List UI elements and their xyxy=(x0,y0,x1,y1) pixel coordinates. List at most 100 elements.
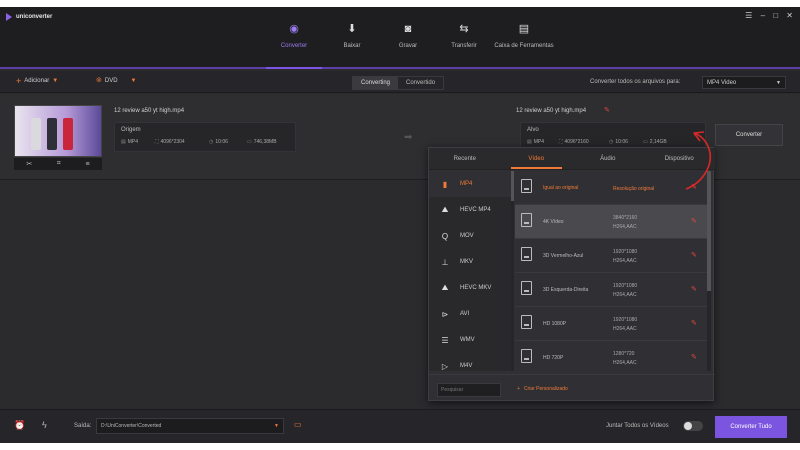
resolution-item[interactable]: 3D Vermelho-Azul 1920*1080 H264,AAC ✎ xyxy=(515,239,707,273)
format-popup: Recente Vídeo Áudio Dispositivo ▮ MP4 ⛰ HE… xyxy=(428,147,716,402)
resolution-item[interactable]: 3D Esquerda-Direita 1920*1080 H264,AAC ✎ xyxy=(515,273,707,307)
format-item-mp4[interactable]: ▮ MP4 xyxy=(429,171,511,197)
nav-converter[interactable]: ◉ Converter xyxy=(264,23,324,69)
transfer-icon: ⇆ xyxy=(459,23,469,35)
nav-label: Gravar xyxy=(398,43,418,49)
burn-icon: ◙ xyxy=(404,23,412,35)
m4v-icon: ▷ xyxy=(441,361,449,371)
toolbar: + Adicionar ▼ ⊚ DVD ▼ Converting Convert… xyxy=(0,71,800,93)
resolution-name: Igual ao original xyxy=(543,185,579,191)
alarm-clock-icon[interactable]: ⏰ xyxy=(14,420,25,431)
resolution-name: 3D Esquerda-Direita xyxy=(543,287,589,293)
nav-label: Converter xyxy=(280,43,308,49)
toggle-knob xyxy=(684,422,692,430)
target-format-dropdown[interactable]: ▼ xyxy=(692,132,698,138)
title-bar: uniconverter ◉ Converter ⬇ Baixar ◙ Grav… xyxy=(0,7,800,69)
resolution-icon: ⛶ xyxy=(559,139,563,145)
format-item-avi[interactable]: ⊳ AVI xyxy=(429,301,511,327)
arrow-right-icon: ➡ xyxy=(404,132,413,143)
edit-icon[interactable]: ✎ xyxy=(691,353,697,361)
resolution-item[interactable]: Igual ao original Resolução original ✎ xyxy=(515,171,707,205)
edit-icon[interactable]: ✎ xyxy=(604,106,610,114)
tab-audio[interactable]: Áudio xyxy=(572,148,644,169)
resolution-value: 4096*2304 xyxy=(160,139,185,145)
app-logo: uniconverter xyxy=(6,13,52,21)
duration-meta: ◷ 10:06 xyxy=(609,139,628,145)
scrollbar-thumb[interactable] xyxy=(511,171,514,201)
video-thumbnail[interactable] xyxy=(14,105,102,157)
resolution-name: 3D Vermelho-Azul xyxy=(543,253,584,259)
popup-footer: +Criar Personalizado xyxy=(429,374,715,402)
nav-transfer[interactable]: ⇆ Transferir xyxy=(434,23,494,49)
target-label: Alvo xyxy=(527,127,539,133)
edit-icon[interactable]: ✎ xyxy=(691,319,697,327)
select-value: MP4 Video xyxy=(707,80,737,86)
convert-button[interactable]: Converter xyxy=(715,124,783,146)
resolution-codec: H264,AAC xyxy=(613,258,637,264)
video-file-icon xyxy=(521,281,532,295)
resolution-value: 4096*2160 xyxy=(564,139,589,145)
effects-icon[interactable]: ≡ xyxy=(86,161,90,168)
scrollbar-thumb[interactable] xyxy=(707,171,711,291)
resolution-list-scrollbar[interactable] xyxy=(707,171,711,371)
dvd-button[interactable]: ⊚ DVD ▼ xyxy=(96,77,137,85)
target-file-name: 12 review a50 yt high.mp4 xyxy=(516,108,587,114)
lightning-icon[interactable]: ϟ xyxy=(42,420,47,430)
format-item-hevc-mkv[interactable]: ⛰ HEVC MKV xyxy=(429,275,511,301)
resolution-item[interactable]: 4K Vídeo 3840*2160 H264,AAC ✎ xyxy=(515,205,707,239)
format-label: AVI xyxy=(460,311,470,317)
nav-burn[interactable]: ◙ Gravar xyxy=(378,23,438,49)
tab-device[interactable]: Dispositivo xyxy=(644,148,716,169)
merge-label: Juntar Todos os Vídeos xyxy=(606,423,669,429)
format-label: M4V xyxy=(460,363,473,369)
thumbnail-phone xyxy=(47,118,57,150)
window-controls[interactable]: ☰ – □ ✕ xyxy=(745,11,796,20)
film-icon: ▮ xyxy=(442,179,448,189)
edit-icon[interactable]: ✎ xyxy=(691,217,697,225)
add-files-button[interactable]: + Adicionar ▼ xyxy=(16,77,58,86)
format-item-mkv[interactable]: ⊥ MKV xyxy=(429,249,511,275)
merge-toggle[interactable] xyxy=(683,421,703,431)
tab-converted[interactable]: Convertido xyxy=(398,77,443,89)
format-label: WMV xyxy=(460,337,475,343)
tab-recent[interactable]: Recente xyxy=(429,148,501,169)
output-path-select[interactable]: D:\UniConverter\Converted ▼ xyxy=(96,418,284,434)
format-item-m4v[interactable]: ▷ M4V xyxy=(429,353,511,371)
convert-all-button[interactable]: Converter Tudo xyxy=(715,416,787,438)
resolution-list: Igual ao original Resolução original ✎ 4… xyxy=(515,171,707,371)
resolution-size: 1920*1080 xyxy=(613,249,638,255)
video-file-icon xyxy=(521,213,532,227)
format-item-wmv[interactable]: ☰ WMV xyxy=(429,327,511,353)
resolution-spec: 1280*720 H264,AAC xyxy=(613,350,637,368)
edit-icon[interactable]: ✎ xyxy=(691,251,697,259)
tab-converting[interactable]: Converting xyxy=(353,77,399,89)
format-item-hevc-mp4[interactable]: ⛰ HEVC MP4 xyxy=(429,197,511,223)
edit-icon[interactable]: ✎ xyxy=(691,285,697,293)
convert-all-label: Converter todos os arquivos para: xyxy=(590,79,681,85)
app-window: uniconverter ◉ Converter ⬇ Baixar ◙ Grav… xyxy=(0,7,800,443)
resolution-codec: H264,AAC xyxy=(613,326,637,332)
nav-label: Baixar xyxy=(343,43,361,49)
resolution-size: 1280*720 xyxy=(613,351,635,357)
tab-video[interactable]: Vídeo xyxy=(501,148,573,169)
crop-icon[interactable]: ⌗ xyxy=(57,160,61,168)
nav-download[interactable]: ⬇ Baixar xyxy=(322,23,382,49)
format-list-scrollbar[interactable] xyxy=(511,171,514,371)
resolution-meta: ⛶ 4096*2160 xyxy=(559,139,589,145)
convert-all-format-select[interactable]: MP4 Video ▼ xyxy=(702,76,786,89)
clock-icon: ◷ xyxy=(209,139,214,145)
search-input[interactable] xyxy=(437,383,501,397)
edit-icon[interactable]: ✎ xyxy=(691,183,697,191)
open-folder-icon[interactable]: ▭ xyxy=(294,420,302,429)
nav-toolbox[interactable]: ▤ Caixa de Ferramentas xyxy=(494,23,554,49)
format-item-mov[interactable]: Q MOV xyxy=(429,223,511,249)
video-file-icon xyxy=(521,179,532,193)
create-custom-button[interactable]: + Criar Personalizado xyxy=(517,386,572,392)
wmv-icon: ☰ xyxy=(441,335,449,345)
quicktime-icon: Q xyxy=(441,231,449,241)
cut-icon[interactable]: ✂ xyxy=(26,160,32,168)
video-file-icon xyxy=(521,349,532,363)
play-icon: ⊳ xyxy=(441,309,449,319)
resolution-item[interactable]: HD 1080P 1920*1080 H264,AAC ✎ xyxy=(515,307,707,341)
resolution-item[interactable]: HD 720P 1280*720 H264,AAC ✎ xyxy=(515,341,707,371)
